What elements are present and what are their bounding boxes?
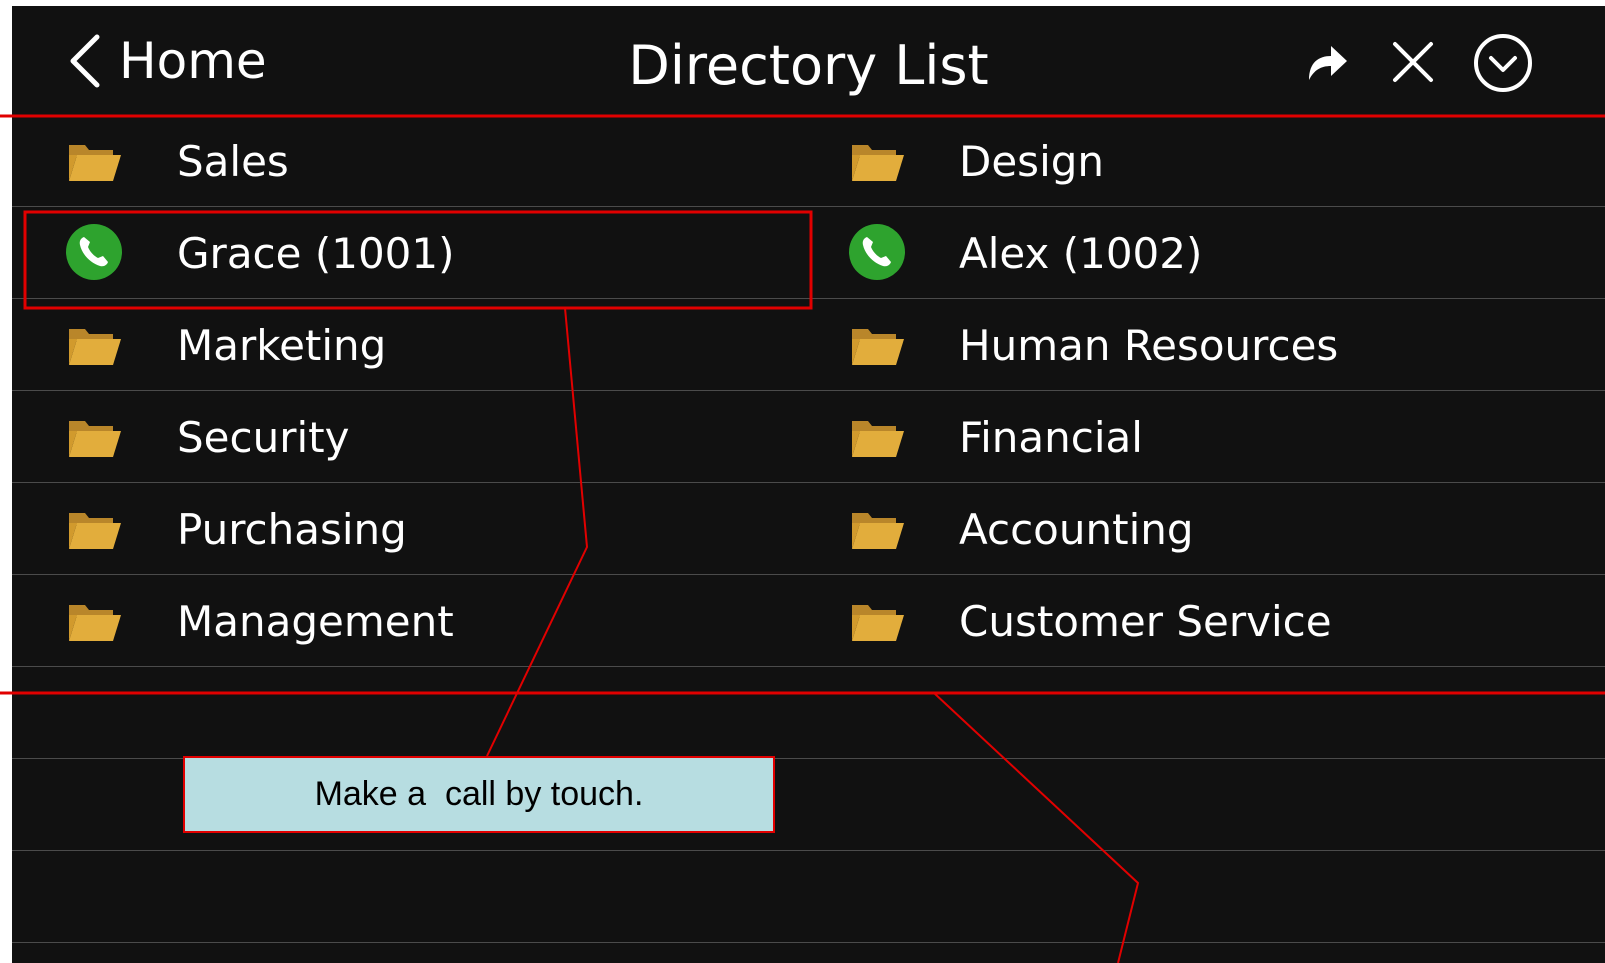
annotation-callout: Make a call by touch. — [183, 756, 775, 833]
entry-label: Alex (1002) — [959, 229, 1203, 278]
empty-row — [12, 850, 1605, 943]
folder-entry[interactable]: Marketing — [12, 298, 812, 389]
folder-icon — [848, 315, 906, 373]
folder-entry[interactable]: Security — [12, 390, 812, 481]
folder-icon — [848, 591, 906, 649]
phone-icon — [65, 223, 123, 281]
folder-entry[interactable]: Customer Service — [812, 574, 1605, 665]
entry-label: Marketing — [177, 321, 387, 370]
folder-entry[interactable]: Sales — [12, 114, 812, 205]
entry-label: Design — [959, 137, 1105, 186]
directory-row: Sales Design — [12, 114, 1605, 207]
folder-icon — [65, 407, 123, 465]
folder-entry[interactable]: Purchasing — [12, 482, 812, 573]
directory-row: Purchasing Accounting — [12, 482, 1605, 575]
folder-icon — [848, 499, 906, 557]
entry-label: Grace (1001) — [177, 229, 455, 278]
entry-label: Sales — [177, 137, 289, 186]
phone-icon — [848, 223, 906, 281]
folder-icon — [848, 131, 906, 189]
entry-label: Security — [177, 413, 350, 462]
folder-entry[interactable]: Management — [12, 574, 812, 665]
close-icon[interactable] — [1385, 34, 1441, 90]
folder-entry[interactable]: Design — [812, 114, 1605, 205]
entry-label: Accounting — [959, 505, 1194, 554]
folder-icon — [65, 315, 123, 373]
directory-row: Security Financial — [12, 390, 1605, 483]
folder-entry[interactable]: Accounting — [812, 482, 1605, 573]
entry-label: Management — [177, 597, 454, 646]
entry-label: Human Resources — [959, 321, 1339, 370]
directory-row: Marketing Human Resources — [12, 298, 1605, 391]
folder-icon — [65, 591, 123, 649]
contact-entry[interactable]: Grace (1001) — [12, 206, 812, 297]
folder-icon — [65, 499, 123, 557]
title-bar: Home Directory List — [12, 6, 1605, 114]
page-title: Directory List — [628, 34, 989, 97]
empty-row — [12, 666, 1605, 759]
folder-icon — [65, 131, 123, 189]
folder-entry[interactable]: Financial — [812, 390, 1605, 481]
directory-row: Grace (1001) Alex (1002) — [12, 206, 1605, 299]
contact-entry[interactable]: Alex (1002) — [812, 206, 1605, 297]
folder-icon — [848, 407, 906, 465]
directory-row: Management Customer Service — [12, 574, 1605, 667]
entry-label: Customer Service — [959, 597, 1332, 646]
entry-label: Purchasing — [177, 505, 407, 554]
folder-entry[interactable]: Human Resources — [812, 298, 1605, 389]
chevron-down-circle-icon[interactable] — [1472, 32, 1534, 94]
forward-arrow-icon[interactable] — [1297, 34, 1353, 90]
entry-label: Financial — [959, 413, 1143, 462]
